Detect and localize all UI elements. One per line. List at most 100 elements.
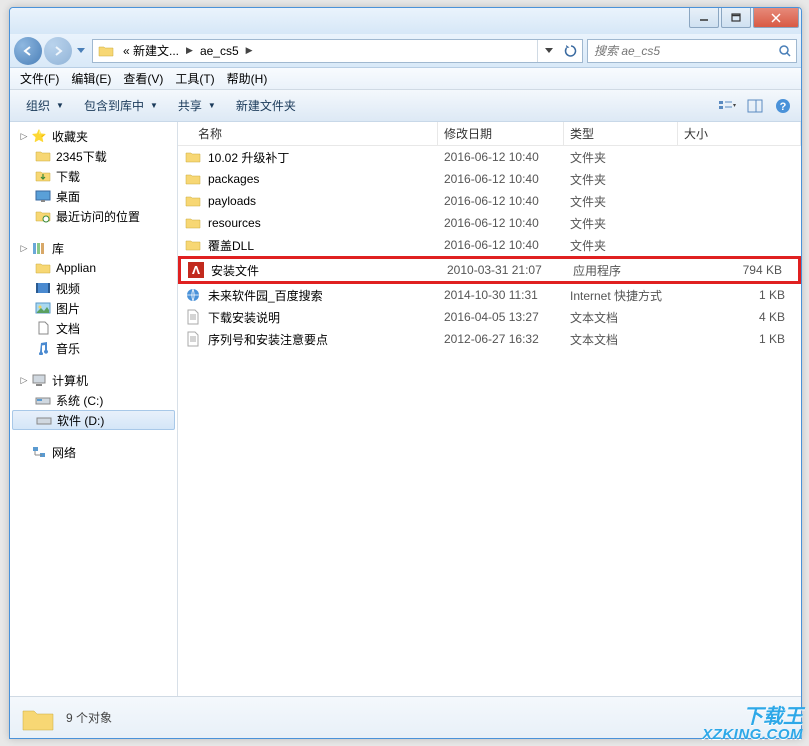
sidebar-item[interactable]: 最近访问的位置 [10, 206, 177, 226]
picture-icon [34, 300, 52, 316]
file-type: 应用程序 [573, 262, 687, 279]
file-date: 2012-06-27 16:32 [444, 332, 570, 346]
file-row[interactable]: 覆盖DLL2016-06-12 10:40文件夹 [178, 234, 801, 256]
file-type: 文件夹 [570, 215, 684, 232]
chevron-right-icon[interactable]: ▶ [183, 45, 196, 56]
file-type: 文件夹 [570, 193, 684, 210]
column-name[interactable]: 名称 [178, 122, 438, 145]
file-name: 下载安装说明 [208, 309, 444, 326]
sidebar-network[interactable]: 网络 [10, 442, 177, 462]
file-name: packages [208, 172, 444, 186]
adobe-icon [187, 262, 205, 278]
file-name: 安装文件 [211, 262, 447, 279]
help-button[interactable]: ? [771, 94, 795, 118]
maximize-button[interactable] [721, 8, 751, 28]
file-date: 2014-10-30 11:31 [444, 288, 570, 302]
file-date: 2016-04-05 13:27 [444, 310, 570, 324]
file-date: 2016-06-12 10:40 [444, 150, 570, 164]
folder-icon [184, 171, 202, 187]
sidebar-computer[interactable]: ▷计算机 [10, 370, 177, 390]
file-list[interactable]: 10.02 升级补丁2016-06-12 10:40文件夹packages201… [178, 146, 801, 696]
file-type: 文本文档 [570, 331, 684, 348]
forward-button[interactable] [44, 37, 72, 65]
status-text: 9 个对象 [66, 709, 112, 726]
column-type[interactable]: 类型 [564, 122, 678, 145]
file-name: 10.02 升级补丁 [208, 149, 444, 166]
file-date: 2016-06-12 10:40 [444, 216, 570, 230]
search-icon[interactable] [774, 44, 796, 58]
file-row[interactable]: 下载安装说明2016-04-05 13:27文本文档4 KB [178, 306, 801, 328]
close-button[interactable] [753, 8, 799, 28]
sidebar-item[interactable]: 图片 [10, 298, 177, 318]
file-type: 文件夹 [570, 171, 684, 188]
preview-pane-button[interactable] [743, 94, 767, 118]
download-icon [34, 168, 52, 184]
document-icon [34, 320, 52, 336]
newfolder-button[interactable]: 新建文件夹 [226, 93, 306, 118]
column-headers: 名称 修改日期 类型 大小 [178, 122, 801, 146]
organize-button[interactable]: 组织▼ [16, 93, 74, 118]
menu-tools[interactable]: 工具(T) [169, 70, 220, 87]
column-size[interactable]: 大小 [678, 122, 801, 145]
refresh-button[interactable] [560, 40, 582, 62]
sidebar-favorites[interactable]: ▷⭐收藏夹 [10, 126, 177, 146]
search-input[interactable] [588, 44, 774, 58]
status-bar: 9 个对象 [10, 696, 801, 738]
minimize-button[interactable] [689, 8, 719, 28]
desktop-icon [34, 188, 52, 204]
breadcrumb-seg-2[interactable]: ae_cs5 [196, 44, 243, 58]
share-button[interactable]: 共享▼ [168, 93, 226, 118]
menu-view[interactable]: 查看(V) [117, 70, 169, 87]
nav-history-dropdown[interactable] [74, 40, 88, 62]
content-pane: 名称 修改日期 类型 大小 10.02 升级补丁2016-06-12 10:40… [178, 122, 801, 696]
sidebar-item[interactable]: 音乐 [10, 338, 177, 358]
sidebar-item[interactable]: 下载 [10, 166, 177, 186]
folder-icon [184, 193, 202, 209]
file-row[interactable]: payloads2016-06-12 10:40文件夹 [178, 190, 801, 212]
chevron-right-icon[interactable]: ▶ [243, 45, 256, 56]
file-row[interactable]: 安装文件2010-03-31 21:07应用程序794 KB [178, 256, 801, 284]
folder-icon [184, 149, 202, 165]
file-size: 4 KB [684, 310, 801, 324]
file-type: 文件夹 [570, 149, 684, 166]
folder-icon [96, 41, 116, 61]
sidebar-item-selected[interactable]: 软件 (D:) [12, 410, 175, 430]
file-row[interactable]: 未来软件园_百度搜索2014-10-30 11:31Internet 快捷方式1… [178, 284, 801, 306]
music-icon [34, 340, 52, 356]
file-name: 序列号和安装注意要点 [208, 331, 444, 348]
sidebar-item[interactable]: 桌面 [10, 186, 177, 206]
sidebar-library[interactable]: ▷库 [10, 238, 177, 258]
include-button[interactable]: 包含到库中▼ [74, 93, 168, 118]
folder-icon [20, 703, 56, 733]
titlebar[interactable] [10, 8, 801, 34]
menu-help[interactable]: 帮助(H) [221, 70, 274, 87]
sidebar-item[interactable]: Applian [10, 258, 177, 278]
sidebar-item[interactable]: 视频 [10, 278, 177, 298]
breadcrumb-dropdown[interactable] [538, 40, 560, 62]
column-date[interactable]: 修改日期 [438, 122, 564, 145]
breadcrumb-seg-1[interactable]: « 新建文... [119, 42, 183, 59]
back-button[interactable] [14, 37, 42, 65]
file-name: resources [208, 216, 444, 230]
drive-icon [35, 412, 53, 428]
file-row[interactable]: packages2016-06-12 10:40文件夹 [178, 168, 801, 190]
sidebar-item[interactable]: 文档 [10, 318, 177, 338]
menu-edit[interactable]: 编辑(E) [65, 70, 117, 87]
view-options-button[interactable] [715, 94, 739, 118]
folder-icon [34, 260, 52, 276]
toolbar: 组织▼ 包含到库中▼ 共享▼ 新建文件夹 ? [10, 90, 801, 122]
file-row[interactable]: 10.02 升级补丁2016-06-12 10:40文件夹 [178, 146, 801, 168]
folder-icon [34, 148, 52, 164]
breadcrumb[interactable]: « 新建文... ▶ ae_cs5 ▶ [92, 39, 583, 63]
search-box[interactable] [587, 39, 797, 63]
txt-icon [184, 331, 202, 347]
file-row[interactable]: resources2016-06-12 10:40文件夹 [178, 212, 801, 234]
file-row[interactable]: 序列号和安装注意要点2012-06-27 16:32文本文档1 KB [178, 328, 801, 350]
file-type: Internet 快捷方式 [570, 287, 684, 304]
main-area: ▷⭐收藏夹 2345下载 下载 桌面 最近访问的位置 ▷库 Applian 视频… [10, 122, 801, 696]
file-size: 794 KB [687, 263, 798, 277]
menu-file[interactable]: 文件(F) [14, 70, 65, 87]
sidebar-item[interactable]: 系统 (C:) [10, 390, 177, 410]
sidebar-item[interactable]: 2345下载 [10, 146, 177, 166]
svg-text:?: ? [780, 101, 787, 113]
